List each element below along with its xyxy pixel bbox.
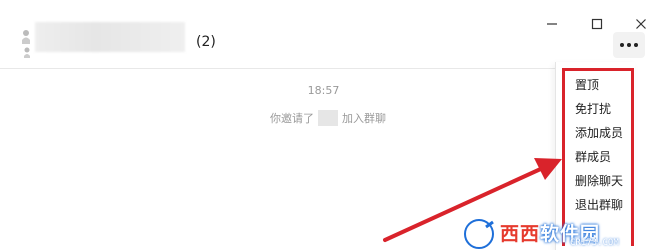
- group-name-redacted: [35, 22, 185, 52]
- more-dots-icon: [620, 43, 624, 47]
- system-message-prefix: 你邀请了: [270, 112, 314, 125]
- menu-item-add-members[interactable]: 添加成员: [575, 124, 623, 141]
- maximize-icon: [591, 18, 603, 30]
- more-options-button[interactable]: [613, 32, 645, 58]
- watermark: 西西软件园 CR173.COM: [462, 218, 637, 250]
- minimize-icon: [547, 23, 557, 25]
- menu-item-mute[interactable]: 免打扰: [575, 100, 611, 117]
- member-count: (2): [196, 34, 216, 50]
- invitee-name-redacted: [318, 110, 338, 126]
- system-message-suffix: 加入群聊: [342, 112, 386, 125]
- menu-item-pin[interactable]: 置顶: [575, 76, 599, 93]
- maximize-button[interactable]: [585, 12, 609, 36]
- header-divider: [0, 68, 555, 69]
- menu-item-delete-chat[interactable]: 删除聊天: [575, 172, 623, 189]
- watermark-logo-icon: [462, 218, 496, 250]
- menu-item-leave-group[interactable]: 退出群聊: [575, 196, 623, 213]
- menu-item-group-members[interactable]: 群成员: [575, 148, 611, 165]
- close-icon: [636, 19, 646, 29]
- system-message: 你邀请了 加入群聊: [270, 110, 386, 126]
- watermark-url: CR173.COM: [570, 238, 619, 248]
- minimize-button[interactable]: [540, 12, 564, 36]
